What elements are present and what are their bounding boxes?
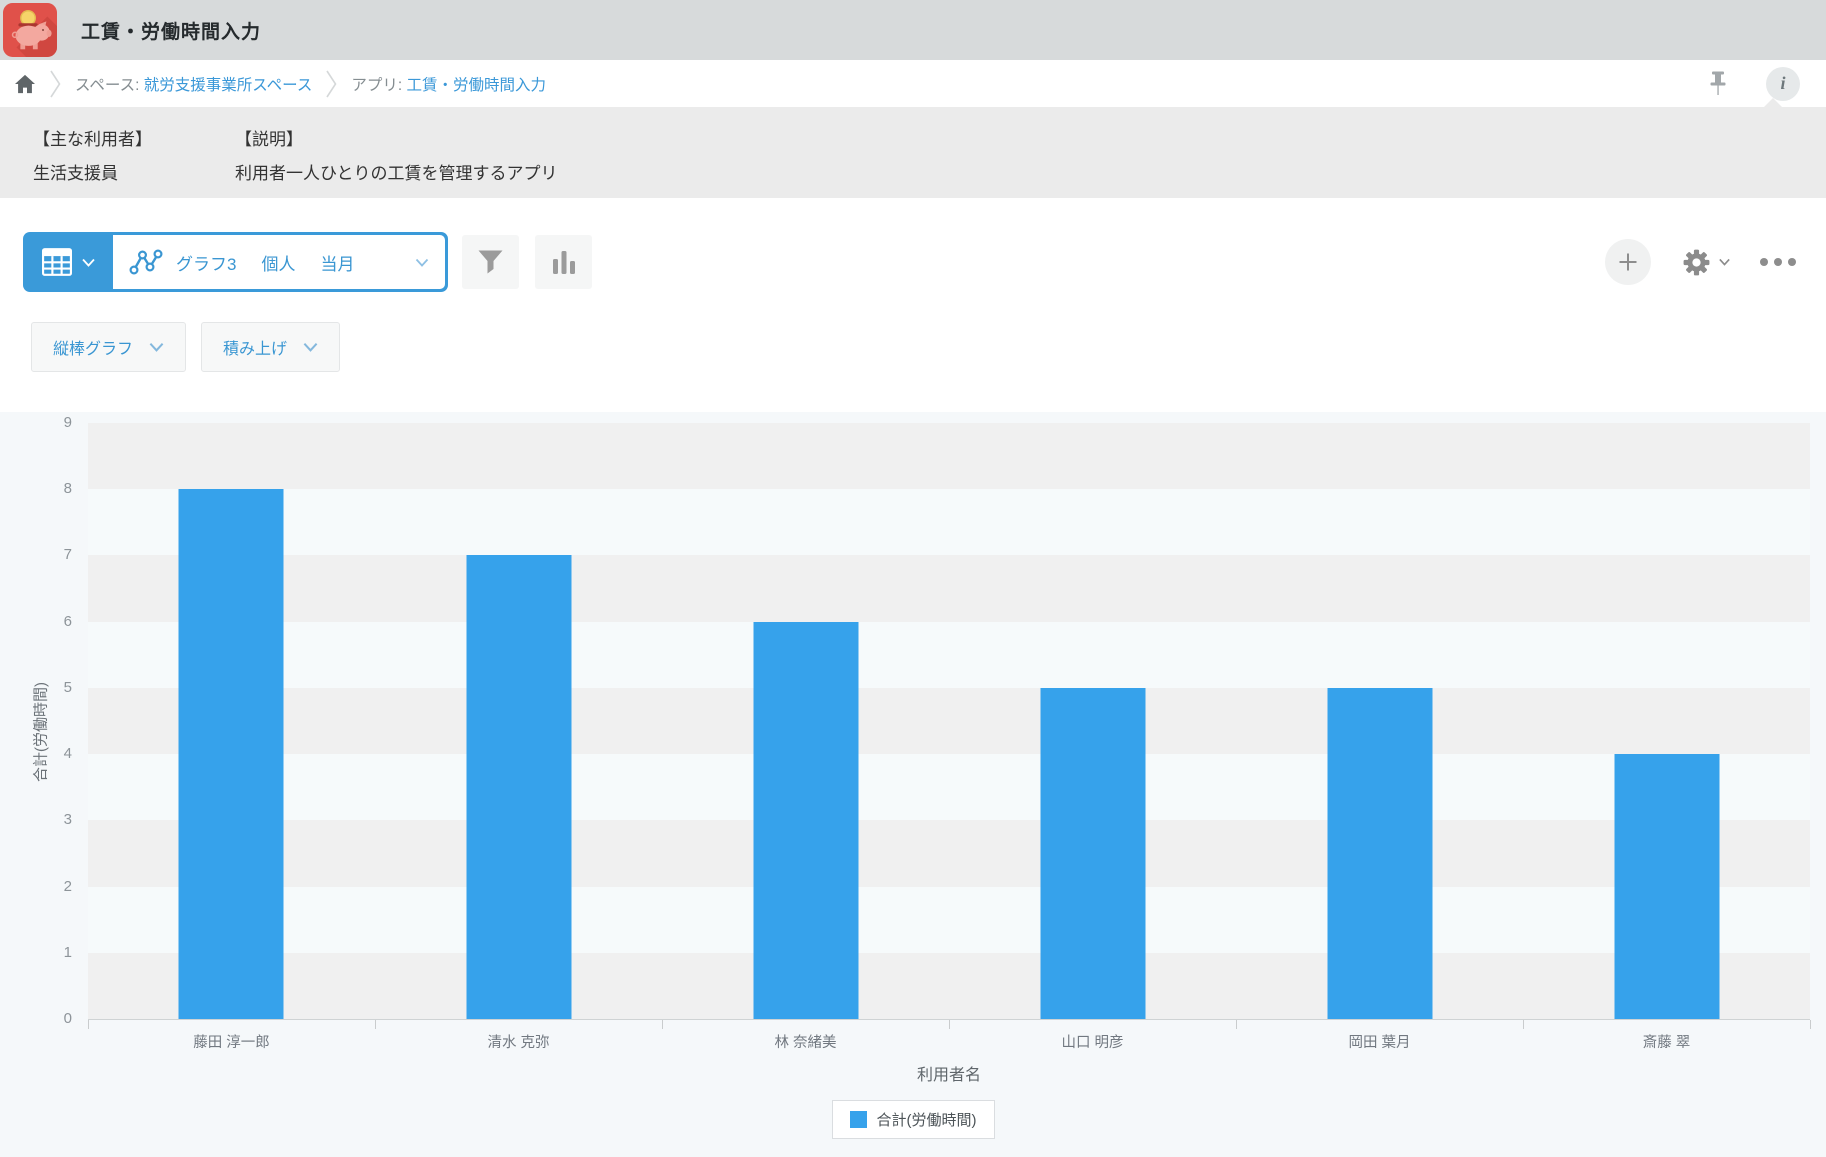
grid-band bbox=[88, 820, 1810, 887]
x-tick-label: 岡田 葉月 bbox=[1348, 1035, 1411, 1051]
y-tick-label: 6 bbox=[63, 612, 72, 630]
plot-area bbox=[88, 423, 1810, 1019]
legend-swatch bbox=[849, 1111, 867, 1128]
chevron-down-icon bbox=[303, 342, 318, 352]
stack-mode-label: 積み上げ bbox=[223, 341, 288, 358]
y-tick-label: 0 bbox=[63, 1010, 72, 1027]
app-header: 工賃・労働時間入力 bbox=[0, 0, 1826, 60]
x-tick-mark bbox=[1235, 1020, 1237, 1029]
x-tick-label: 山口 明彦 bbox=[1061, 1035, 1124, 1051]
x-axis-tick-labels: 藤田 淳一郎 清水 克弥 林 奈緒美 山口 明彦 岡田 葉月 斎藤 翠 bbox=[88, 1031, 1810, 1051]
chart-type-label: 縦棒グラフ bbox=[53, 341, 134, 358]
info-icon: i bbox=[1780, 73, 1786, 93]
breadcrumb-separator-icon bbox=[326, 69, 337, 99]
table-grid-icon bbox=[41, 248, 72, 276]
chevron-down-icon bbox=[1719, 258, 1730, 266]
pin-icon[interactable] bbox=[1708, 71, 1728, 96]
view-switcher-toggle[interactable] bbox=[23, 235, 113, 289]
grid-band bbox=[88, 423, 1810, 490]
x-axis-line bbox=[88, 1019, 1811, 1029]
bar-藤田 淳一郎 bbox=[178, 489, 284, 1019]
info-users-heading: 【主な利用者】 bbox=[33, 130, 152, 149]
settings-button[interactable] bbox=[1681, 247, 1730, 278]
chart-legend: 合計(労働時間) bbox=[831, 1100, 995, 1139]
graph-selector-tag: 個人 bbox=[261, 254, 296, 274]
bar-chart-icon bbox=[552, 251, 575, 274]
add-graph-button[interactable] bbox=[1605, 239, 1651, 285]
bar-山口 明彦 bbox=[1040, 687, 1145, 1019]
page-title: 工賃・労働時間入力 bbox=[81, 21, 262, 43]
info-description-value: 利用者一人ひとりの工賃を管理するアプリ bbox=[235, 164, 558, 183]
more-options-button[interactable] bbox=[1760, 258, 1796, 266]
legend-label: 合計(労働時間) bbox=[876, 1112, 977, 1129]
x-tick-mark bbox=[1523, 1020, 1524, 1029]
view-switcher[interactable]: グラフ3 個人 当月 bbox=[23, 232, 448, 292]
graph-selector-name: グラフ3 bbox=[176, 254, 237, 274]
y-tick-label: 1 bbox=[63, 943, 72, 961]
x-tick-label: 林 奈緒美 bbox=[774, 1035, 837, 1051]
graph-selector[interactable]: グラフ3 個人 当月 bbox=[113, 235, 445, 289]
y-tick-label: 4 bbox=[63, 745, 72, 763]
chart-type-dropdown[interactable]: 縦棒グラフ bbox=[31, 322, 187, 372]
breadcrumb-app-link[interactable]: 工賃・労働時間入力 bbox=[407, 77, 547, 94]
breadcrumb: スペース: 就労支援事業所スペース アプリ: 工賃・労働時間入力 i bbox=[0, 60, 1826, 107]
grid-band bbox=[88, 754, 1810, 821]
x-axis-title: 利用者名 bbox=[916, 1067, 981, 1084]
x-tick-mark bbox=[88, 1020, 89, 1029]
stack-mode-dropdown[interactable]: 積み上げ bbox=[201, 322, 341, 372]
y-tick-label: 8 bbox=[63, 480, 72, 498]
bar-岡田 葉月 bbox=[1327, 687, 1432, 1019]
breadcrumb-space-link[interactable]: 就労支援事業所スペース bbox=[144, 77, 313, 94]
y-tick-label: 3 bbox=[63, 811, 72, 829]
chevron-down-icon bbox=[81, 258, 95, 267]
breadcrumb-space-label: スペース: bbox=[75, 76, 140, 94]
x-tick-mark bbox=[1810, 1020, 1811, 1029]
home-icon[interactable] bbox=[14, 74, 36, 94]
bar-斎藤 翠 bbox=[1614, 754, 1719, 1019]
info-users-value: 生活支援員 bbox=[33, 164, 118, 183]
grid-band bbox=[88, 621, 1810, 688]
x-tick-mark bbox=[374, 1020, 376, 1029]
ellipsis-icon bbox=[1760, 258, 1796, 266]
line-chart-icon bbox=[129, 249, 163, 275]
grid-band bbox=[88, 555, 1810, 622]
x-tick-label: 斎藤 翠 bbox=[1642, 1035, 1691, 1051]
y-tick-label: 5 bbox=[63, 678, 72, 696]
gear-icon bbox=[1683, 249, 1710, 275]
piggy-bank-app-icon bbox=[3, 3, 57, 57]
info-panel-caret bbox=[1764, 98, 1782, 107]
breadcrumb-space: スペース: 就労支援事業所スペース bbox=[75, 73, 312, 95]
info-description-heading: 【説明】 bbox=[235, 130, 303, 149]
plus-icon bbox=[1619, 253, 1637, 271]
bar-chart: 0 1 2 3 4 5 6 7 8 9 合計(労働時間) 藤田 淳一郎 清水 克弥 林 奈緒美 山口 明… bbox=[0, 412, 1826, 1157]
graph-selector-tag: 当月 bbox=[320, 254, 355, 274]
chart-view-button[interactable] bbox=[535, 235, 592, 289]
grid-band bbox=[88, 952, 1810, 1019]
breadcrumb-app: アプリ: 工賃・労働時間入力 bbox=[351, 73, 546, 95]
app-info-panel: 【主な利用者】 生活支援員 【説明】 利用者一人ひとりの工賃を管理するアプリ bbox=[0, 107, 1826, 198]
filter-button[interactable] bbox=[462, 235, 519, 289]
chevron-down-icon bbox=[415, 258, 429, 267]
y-tick-label: 7 bbox=[63, 546, 72, 564]
x-tick-mark bbox=[949, 1020, 950, 1029]
y-tick-label: 9 bbox=[63, 414, 72, 431]
info-button[interactable]: i bbox=[1766, 66, 1800, 101]
x-tick-label: 藤田 淳一郎 bbox=[193, 1035, 270, 1051]
grid-band bbox=[88, 886, 1810, 953]
bar-清水 克弥 bbox=[466, 555, 571, 1019]
x-tick-mark bbox=[661, 1020, 663, 1029]
breadcrumb-app-label: アプリ: bbox=[351, 76, 403, 94]
funnel-icon bbox=[478, 250, 503, 274]
bar-林 奈緒美 bbox=[753, 621, 858, 1019]
breadcrumb-separator-icon bbox=[50, 69, 61, 99]
chevron-down-icon bbox=[149, 342, 164, 352]
y-tick-label: 2 bbox=[63, 877, 72, 895]
y-axis-title: 合計(労働時間) bbox=[32, 682, 50, 782]
grid-band bbox=[88, 489, 1810, 556]
toolbar: グラフ3 個人 当月 縦棒グラフ 積み上げ bbox=[0, 198, 1826, 412]
grid-band bbox=[88, 687, 1810, 755]
x-tick-label: 清水 克弥 bbox=[487, 1035, 550, 1051]
